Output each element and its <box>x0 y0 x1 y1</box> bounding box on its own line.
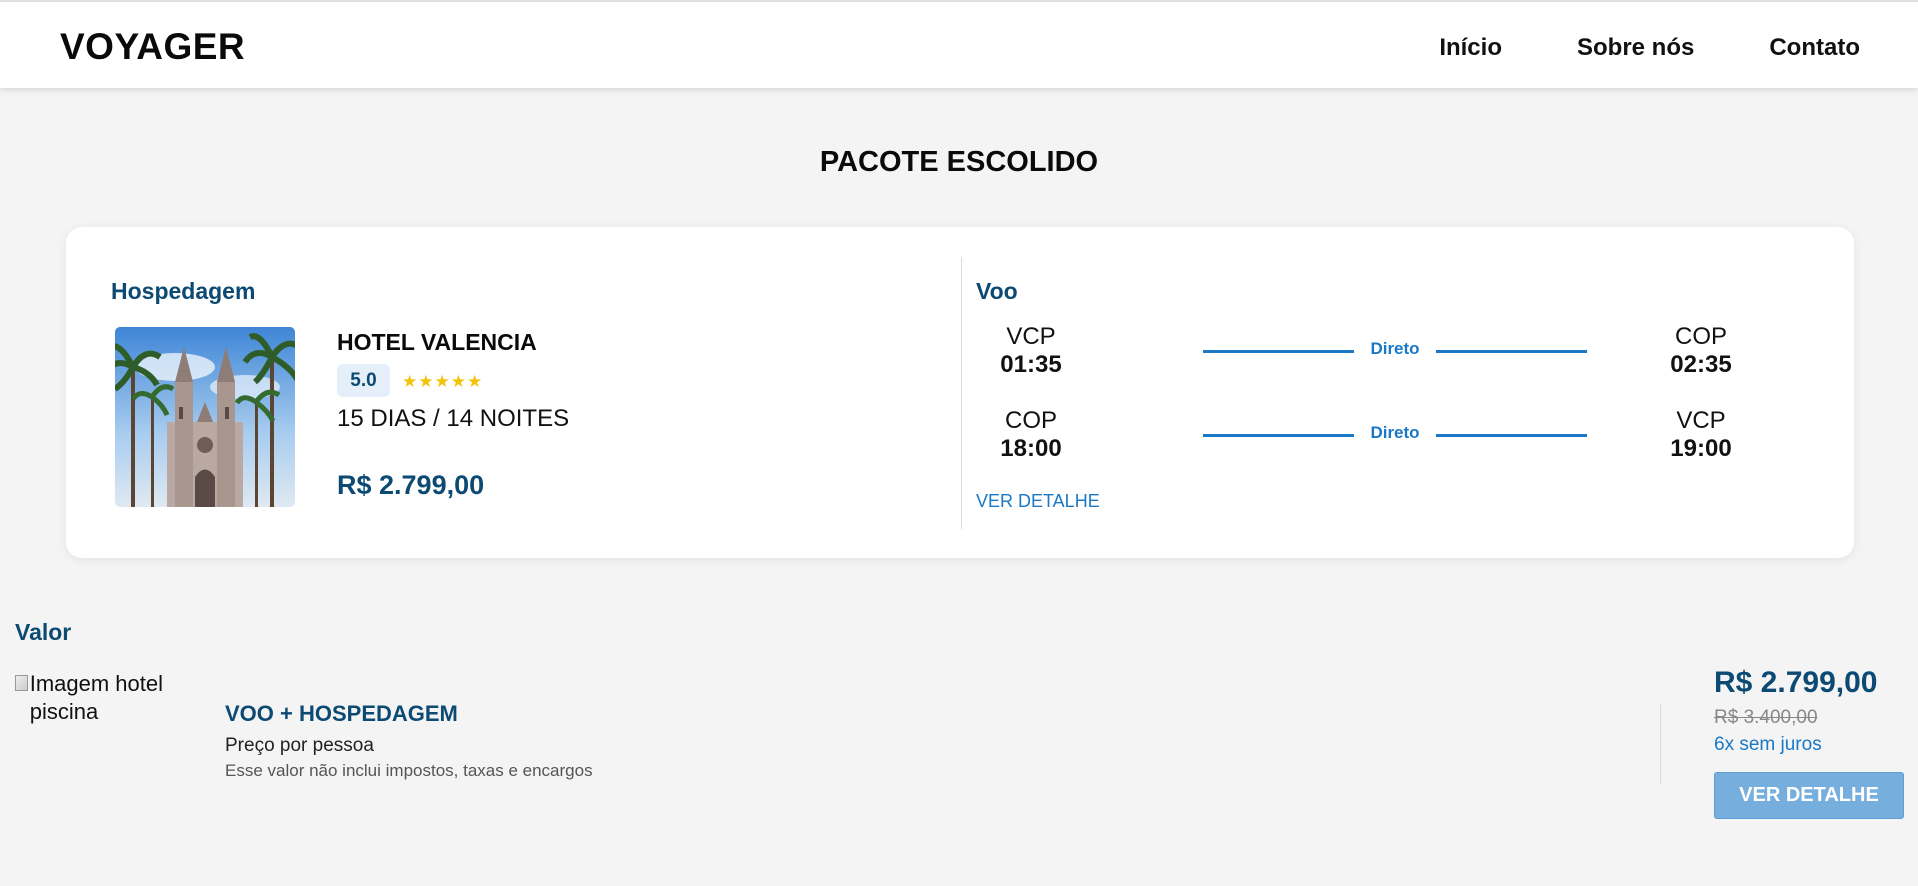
flight-return: COP 18:00 Direto VCP 19:00 <box>971 407 1831 467</box>
price-per-person-label: Preço por pessoa <box>225 735 374 756</box>
valor-title: Valor <box>15 619 72 645</box>
image-alt-text: Imagem hotel piscina <box>29 671 163 724</box>
nav-link-contato[interactable]: Contato <box>1769 34 1860 62</box>
nav-link-sobre-nos[interactable]: Sobre nós <box>1577 34 1694 62</box>
route-line <box>1203 350 1354 353</box>
price-divider <box>1660 703 1661 784</box>
hotel-price: R$ 2.799,00 <box>337 470 485 500</box>
main-nav: Início Sobre nós Contato <box>1439 34 1860 62</box>
page-title: PACOTE ESCOLIDO <box>819 146 1099 178</box>
flight-route: Direto <box>1203 407 1587 463</box>
installments-info: 6x sem juros <box>1714 734 1822 755</box>
card-divider <box>961 257 962 529</box>
arrival-time: 02:35 <box>1670 351 1732 378</box>
ver-detalhe-button[interactable]: VER DETALHE <box>1714 772 1904 819</box>
flight-detail-link[interactable]: VER DETALHE <box>976 491 1100 512</box>
package-card: Hospedagem HOTEL VALENCIA 5.0 ★★★★★ 15 D… <box>66 227 1854 558</box>
route-line <box>1436 350 1587 353</box>
rating-badge: 5.0 <box>337 364 390 397</box>
stay-duration: 15 DIAS / 14 NOITES <box>337 405 570 432</box>
voo-title: Voo <box>976 278 1018 304</box>
route-line <box>1203 434 1354 437</box>
hotel-name: HOTEL VALENCIA <box>337 329 537 355</box>
flight-destination: VCP 19:00 <box>1641 407 1761 463</box>
package-price: R$ 2.799,00 <box>1714 666 1878 699</box>
price-disclaimer: Esse valor não inclui impostos, taxas e … <box>225 761 593 780</box>
flight-origin: COP 18:00 <box>971 407 1091 463</box>
airport-code: COP <box>1674 323 1727 350</box>
airport-code: VCP <box>1676 407 1726 434</box>
flight-route: Direto <box>1203 323 1587 379</box>
arrival-time: 19:00 <box>1670 435 1732 462</box>
flight-type-label: Direto <box>1370 339 1420 358</box>
hospedagem-title: Hospedagem <box>111 278 256 304</box>
flight-outbound: VCP 01:35 Direto COP 02:35 <box>971 323 1831 383</box>
hotel-pool-image: Imagem hotel piscina <box>15 670 215 726</box>
airport-code: COP <box>1004 407 1057 434</box>
old-price: R$ 3.400,00 <box>1714 707 1818 728</box>
departure-time: 18:00 <box>1000 435 1062 462</box>
hotel-image <box>115 327 295 507</box>
flight-destination: COP 02:35 <box>1641 323 1761 379</box>
departure-time: 01:35 <box>1000 351 1062 378</box>
broken-image-icon <box>15 675 28 691</box>
flight-origin: VCP 01:35 <box>971 323 1091 379</box>
nav-link-inicio[interactable]: Início <box>1439 34 1502 62</box>
airport-code: VCP <box>1006 323 1056 350</box>
package-name: VOO + HOSPEDAGEM <box>225 701 458 726</box>
brand-logo[interactable]: VOYAGER <box>60 26 245 68</box>
star-rating-icon: ★★★★★ <box>402 372 484 391</box>
top-navbar: VOYAGER Início Sobre nós Contato <box>0 2 1918 88</box>
route-line <box>1436 434 1587 437</box>
flight-type-label: Direto <box>1370 423 1420 442</box>
